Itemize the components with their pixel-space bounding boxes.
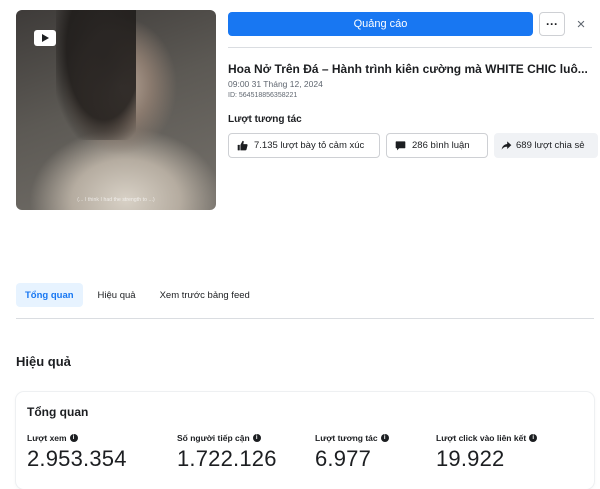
promote-button[interactable]: Quảng cáo [228, 12, 533, 36]
metric-label: Số người tiếp cận [177, 433, 250, 443]
comments-chip[interactable]: 286 bình luận [386, 133, 488, 158]
header-divider [228, 47, 592, 48]
info-icon[interactable]: i [252, 434, 261, 442]
metric-value: 19.922 [436, 446, 505, 471]
tab-bar: Tổng quan Hiệu quả Xem trước bảng feed [16, 283, 263, 307]
comments-count: 286 bình luận [412, 140, 470, 151]
info-icon[interactable]: i [380, 434, 389, 442]
metric-value: 2.953.354 [27, 446, 127, 471]
video-subtitle: (... I think I had the strength to ...) [77, 197, 155, 203]
post-title: Hoa Nở Trên Đá – Hành trình kiên cường m… [228, 62, 588, 76]
more-icon: ··· [546, 17, 558, 31]
info-icon[interactable]: i [529, 434, 538, 442]
tab-performance[interactable]: Hiệu quả [89, 283, 145, 307]
metric-value: 6.977 [315, 446, 372, 471]
metric-label: Lượt tương tác [315, 433, 378, 443]
reactions-chip[interactable]: 7.135 lượt bày tỏ cảm xúc [228, 133, 380, 158]
performance-heading: Hiệu quả [16, 354, 71, 369]
metric-link-clicks: Lượt click vào liên kết i 19.922 [436, 433, 538, 472]
shares-chip[interactable]: 689 lượt chia sẻ [494, 133, 598, 158]
reactions-count: 7.135 lượt bày tỏ cảm xúc [254, 140, 365, 151]
shares-count: 689 lượt chia sẻ [516, 140, 585, 151]
comment-icon [395, 141, 406, 151]
share-arrow-icon [501, 141, 512, 150]
close-icon: × [576, 15, 586, 33]
metric-reach: Số người tiếp cận i 1.722.126 [177, 433, 277, 472]
info-icon[interactable]: i [69, 434, 78, 442]
metric-views: Lượt xem i 2.953.354 [27, 433, 127, 472]
overview-card-title: Tổng quan [27, 405, 89, 419]
post-timestamp: 09:00 31 Tháng 12, 2024 [228, 79, 323, 89]
thumbnail-image-detail [56, 10, 136, 140]
post-id: ID: 564518856358221 [228, 92, 298, 99]
close-button[interactable]: × [571, 13, 591, 35]
video-thumbnail[interactable]: (... I think I had the strength to ...) [16, 10, 216, 210]
tabs-divider [16, 318, 594, 319]
thumbs-up-icon [237, 140, 248, 151]
metric-label: Lượt xem [27, 433, 67, 443]
overview-card: Tổng quan Lượt xem i 2.953.354 Số người … [16, 392, 594, 489]
more-options-button[interactable]: ··· [539, 12, 565, 36]
interactions-heading: Lượt tương tác [228, 114, 302, 125]
video-play-icon [34, 30, 56, 46]
metric-value: 1.722.126 [177, 446, 277, 471]
metric-label: Lượt click vào liên kết [436, 433, 527, 443]
metric-engagement: Lượt tương tác i 6.977 [315, 433, 389, 472]
tab-feed-preview[interactable]: Xem trước bảng feed [151, 283, 259, 307]
tab-overview[interactable]: Tổng quan [16, 283, 83, 307]
